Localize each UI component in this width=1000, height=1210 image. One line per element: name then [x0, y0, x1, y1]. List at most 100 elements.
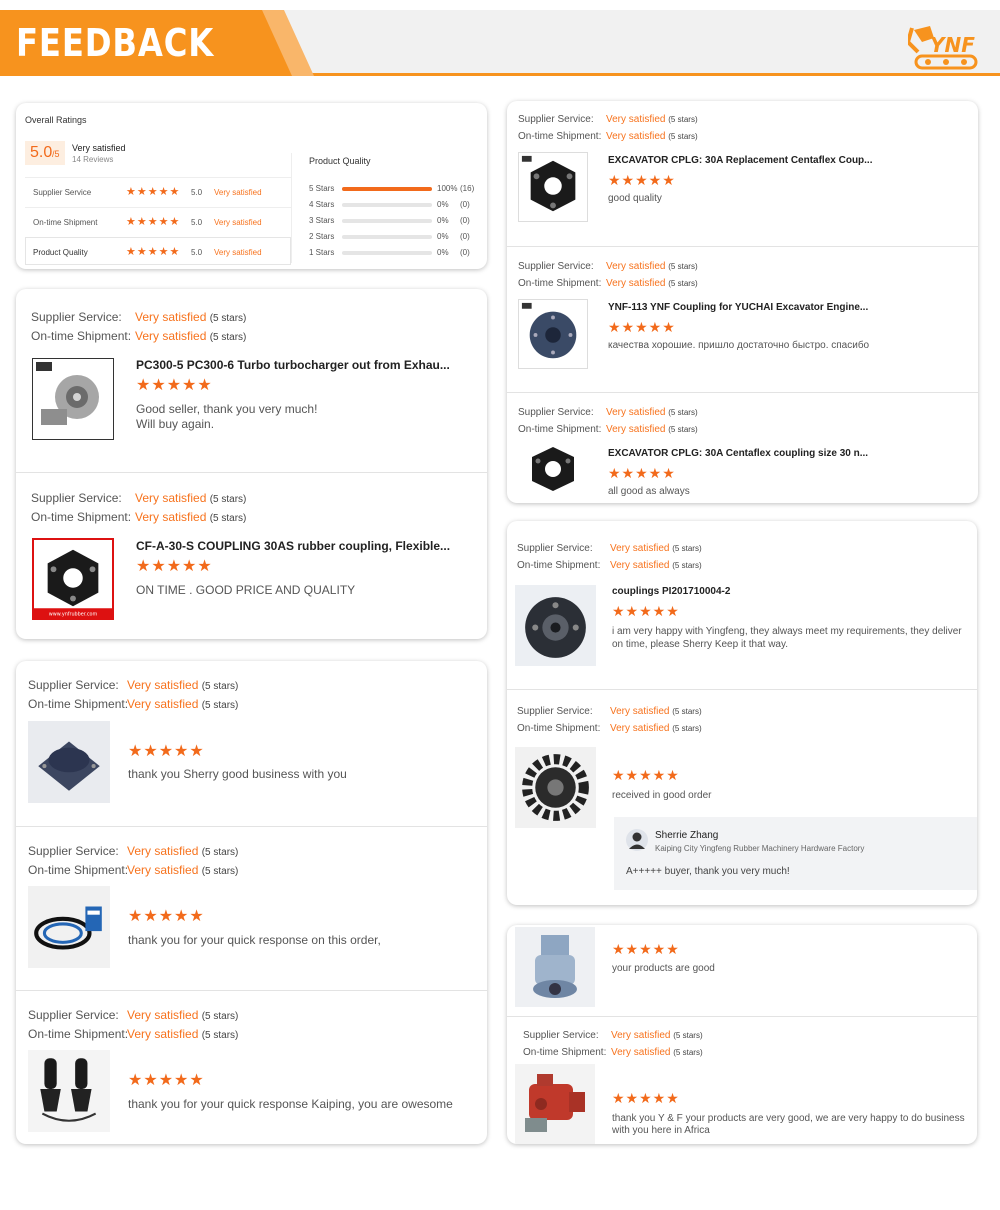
shipment-label: On-time Shipment: [517, 723, 601, 734]
product-thumbnail-hydraulic-pump[interactable] [515, 1064, 595, 1144]
supplier-service-level: Very satisfied [610, 543, 670, 554]
seller-reply: Sherrie Zhang Kaiping City Yingfeng Rubb… [614, 817, 977, 890]
supplier-service-label: Supplier Service: [523, 1030, 599, 1041]
supplier-service-level: Very satisfied [127, 678, 199, 692]
product-thumbnail-coupling[interactable]: www.ynfrubber.com [32, 538, 114, 620]
review-item: Supplier Service: Very satisfied (5 star… [507, 392, 978, 503]
supplier-service-level: Very satisfied [127, 844, 199, 858]
product-thumbnail-mount[interactable] [28, 721, 110, 803]
product-title[interactable]: CF-A-30-S COUPLING 30AS rubber coupling,… [136, 539, 450, 553]
supplier-service-label: Supplier Service: [31, 491, 122, 505]
rating-stars-icon: ★★★★★ [608, 172, 676, 188]
rating-stars-icon: ★★★★★ [126, 216, 181, 228]
overall-ratings-heading: Overall Ratings [25, 115, 87, 125]
supplier-service-label: Supplier Service: [28, 1008, 119, 1022]
review-comment: thank you Sherry good business with you [128, 767, 347, 781]
svg-text:www.ynfrubber.com: www.ynfrubber.com [49, 612, 98, 618]
shipment-label: On-time Shipment: [31, 510, 132, 524]
review-item: Supplier Service: Very satisfied (5 star… [507, 689, 977, 905]
supplier-service-level: Very satisfied [135, 491, 207, 505]
dist-label: 2 Stars [309, 232, 335, 241]
shipment-label: On-time Shipment: [518, 424, 602, 435]
rating-stars-icon: ★★★★★ [136, 558, 213, 575]
shipment-level: Very satisfied [127, 863, 199, 877]
rating-stars-icon: ★★★★★ [126, 186, 181, 198]
review-comment: thank you for your quick response on thi… [128, 933, 381, 947]
shipment-stars: (5 stars) [209, 513, 247, 524]
supplier-service-stars: (5 stars) [668, 115, 698, 124]
product-thumbnail-seal-kit[interactable] [28, 886, 110, 968]
rating-level: Very satisfied [214, 248, 262, 257]
review-item: Supplier Service: Very satisfied (5 star… [16, 289, 487, 472]
product-title[interactable]: couplings PI201710004-2 [612, 586, 730, 597]
seller-reply-text: A+++++ buyer, thank you very much! [626, 866, 790, 877]
product-title[interactable]: PC300-5 PC300-6 Turbo turbocharger out f… [136, 358, 450, 372]
seller-name: Sherrie Zhang [655, 830, 719, 841]
product-thumbnail-coupling-hub[interactable] [515, 585, 596, 666]
product-thumbnail-flywheel-coupling[interactable] [518, 299, 588, 369]
dist-count: (0) [460, 216, 470, 225]
dist-count: (0) [460, 200, 470, 209]
product-thumbnail-gear-coupling[interactable] [515, 747, 596, 828]
rating-score: 5.0 [191, 188, 203, 197]
supplier-service-stars: (5 stars) [668, 408, 698, 417]
review-comment: received in good order [612, 790, 712, 801]
product-thumbnail-coupling[interactable] [518, 443, 588, 495]
supplier-service-level: Very satisfied [135, 310, 207, 324]
shipment-level: Very satisfied [611, 1047, 671, 1058]
rating-level: Very satisfied [214, 218, 262, 227]
supplier-service-level: Very satisfied [606, 261, 666, 272]
supplier-service-level: Very satisfied [606, 114, 666, 125]
product-thumbnail-coupling[interactable] [518, 152, 588, 222]
review-item: Supplier Service: Very satisfied (5 star… [16, 661, 487, 826]
seller-company: Kaiping City Yingfeng Rubber Machinery H… [655, 844, 865, 853]
dist-pct: 0% [437, 248, 449, 257]
product-title[interactable]: EXCAVATOR CPLG: 30A Centaflex coupling s… [608, 448, 868, 459]
review-card: Supplier Service: Very satisfied (5 star… [507, 521, 977, 905]
review-comment: качества хорошие. пришло достаточно быст… [608, 340, 870, 351]
shipment-level: Very satisfied [127, 697, 199, 711]
supplier-service-stars: (5 stars) [672, 707, 702, 716]
seller-avatar [626, 829, 648, 851]
dist-bar [342, 219, 432, 223]
dist-pct: 0% [437, 200, 449, 209]
review-comment: i am very happy with Yingfeng, they alwa… [612, 626, 962, 650]
rating-score: 5.0 [191, 218, 203, 227]
review-item: Supplier Service: Very satisfied (5 star… [16, 990, 487, 1144]
rating-stars-icon: ★★★★★ [128, 743, 205, 760]
shipment-stars: (5 stars) [668, 132, 698, 141]
shipment-stars: (5 stars) [668, 279, 698, 288]
review-comment: your products are good [612, 963, 715, 974]
review-item: Supplier Service: Very satisfied (5 star… [16, 826, 487, 990]
product-title[interactable]: EXCAVATOR CPLG: 30A Replacement Centafle… [608, 155, 873, 166]
shipment-level: Very satisfied [606, 131, 666, 142]
shipment-level: Very satisfied [135, 329, 207, 343]
review-item: Supplier Service: Very satisfied (5 star… [507, 521, 977, 689]
review-comment: Good seller, thank you very much! [136, 402, 318, 416]
supplier-service-stars: (5 stars) [673, 1031, 703, 1040]
product-title[interactable]: YNF-113 YNF Coupling for YUCHAI Excavato… [608, 302, 868, 313]
review-card: Supplier Service: Very satisfied (5 star… [507, 101, 978, 503]
product-thumbnail-joystick[interactable] [28, 1050, 110, 1132]
supplier-service-level: Very satisfied [127, 1008, 199, 1022]
rating-stars-icon: ★★★★★ [612, 941, 680, 957]
dist-pct: 0% [437, 216, 449, 225]
product-quality-heading: Product Quality [309, 156, 371, 166]
shipment-stars: (5 stars) [672, 724, 702, 733]
rating-level: Very satisfied [214, 188, 262, 197]
banner-title: FEEDBACK [16, 21, 215, 65]
ynf-logo: YNF [908, 26, 978, 70]
shipment-label: On-time Shipment: [28, 863, 129, 877]
dist-count: (0) [460, 232, 470, 241]
supplier-service-level: Very satisfied [610, 706, 670, 717]
rating-label: Supplier Service [33, 188, 92, 197]
supplier-service-label: Supplier Service: [517, 543, 593, 554]
review-comment: all good as always [608, 486, 690, 497]
shipment-label: On-time Shipment: [31, 329, 132, 343]
product-thumbnail-swing-motor[interactable] [515, 927, 595, 1007]
product-thumbnail-turbocharger[interactable] [32, 358, 114, 440]
rating-stars-icon: ★★★★★ [128, 1072, 205, 1089]
rating-stars-icon: ★★★★★ [612, 767, 680, 783]
rating-stars-icon: ★★★★★ [608, 465, 676, 481]
shipment-stars: (5 stars) [209, 332, 247, 343]
